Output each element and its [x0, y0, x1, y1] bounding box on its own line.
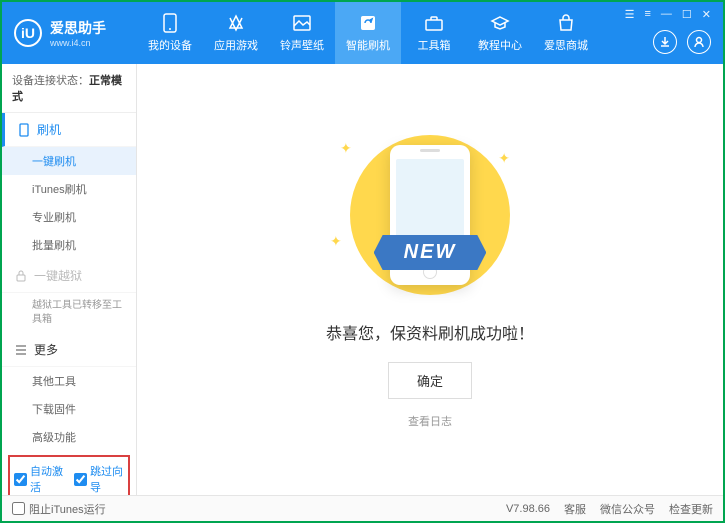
sidebar-item-advanced[interactable]: 高级功能 — [2, 423, 136, 451]
group-label: 刷机 — [37, 121, 61, 138]
app-header: iU 爱思助手 www.i4.cn 我的设备 应用游戏 铃声壁纸 智能刷机 — [2, 2, 723, 64]
block-itunes-checkbox[interactable]: 阻止iTunes运行 — [12, 501, 106, 517]
checkbox-input[interactable] — [12, 502, 25, 515]
sidebar-group-more[interactable]: 更多 — [2, 333, 136, 367]
checkbox-input[interactable] — [14, 473, 27, 486]
sparkle-icon: ✦ — [330, 233, 342, 250]
skin-icon[interactable]: ≡ — [644, 8, 650, 20]
sidebar-item-download-fw[interactable]: 下载固件 — [2, 395, 136, 423]
wechat-link[interactable]: 微信公众号 — [600, 501, 655, 517]
close-button[interactable]: ✕ — [702, 8, 711, 21]
minimize-button[interactable]: — — [661, 8, 672, 20]
brand: iU 爱思助手 www.i4.cn — [2, 18, 137, 48]
nav-label: 我的设备 — [148, 37, 192, 53]
flash-icon — [358, 13, 378, 33]
success-message: 恭喜您，保资料刷机成功啦！ — [326, 320, 534, 344]
check-update-link[interactable]: 检查更新 — [669, 501, 713, 517]
sparkle-icon: ✦ — [340, 140, 352, 157]
lock-icon — [14, 269, 28, 283]
checkbox-skip-guide[interactable]: 跳过向导 — [74, 463, 124, 495]
apps-icon — [226, 13, 246, 33]
nav-label: 智能刷机 — [346, 37, 390, 53]
sidebar-item-other-tools[interactable]: 其他工具 — [2, 367, 136, 395]
status-label: 设备连接状态： — [12, 75, 89, 87]
phone-icon — [17, 123, 31, 137]
checkbox-input[interactable] — [74, 473, 87, 486]
main-content: ✦ ✦ ✦ NEW 恭喜您，保资料刷机成功啦！ 确定 查看日志 — [137, 64, 723, 495]
success-illustration: ✦ ✦ ✦ NEW — [320, 130, 540, 300]
view-log-link[interactable]: 查看日志 — [408, 413, 452, 429]
new-ribbon: NEW — [374, 235, 487, 270]
maximize-button[interactable]: ☐ — [682, 8, 692, 21]
logo-icon: iU — [14, 19, 42, 47]
sidebar-group-flash[interactable]: 刷机 — [2, 113, 136, 147]
footer: 阻止iTunes运行 V7.98.66 客服 微信公众号 检查更新 — [2, 495, 723, 521]
phone-icon — [160, 13, 180, 33]
nav-label: 教程中心 — [478, 37, 522, 53]
connection-status: 设备连接状态：正常模式 — [2, 64, 136, 113]
main-nav: 我的设备 应用游戏 铃声壁纸 智能刷机 工具箱 教程中心 — [137, 2, 599, 64]
jailbreak-note: 越狱工具已转移至工具箱 — [2, 293, 136, 333]
sidebar-item-itunes-flash[interactable]: iTunes刷机 — [2, 175, 136, 203]
brand-url: www.i4.cn — [50, 38, 106, 48]
nav-store[interactable]: 爱思商城 — [533, 2, 599, 64]
nav-ringtones[interactable]: 铃声壁纸 — [269, 2, 335, 64]
nav-label: 应用游戏 — [214, 37, 258, 53]
nav-label: 铃声壁纸 — [280, 37, 324, 53]
sidebar: 设备连接状态：正常模式 刷机 一键刷机 iTunes刷机 专业刷机 批量刷机 一… — [2, 64, 137, 495]
menu-icon[interactable]: ☰ — [625, 8, 635, 21]
sparkle-icon: ✦ — [498, 150, 510, 167]
toolbox-icon — [424, 13, 444, 33]
group-label: 一键越狱 — [34, 267, 82, 284]
checkbox-auto-activate[interactable]: 自动激活 — [14, 463, 64, 495]
user-button[interactable] — [687, 30, 711, 54]
nav-label: 爱思商城 — [544, 37, 588, 53]
nav-tutorials[interactable]: 教程中心 — [467, 2, 533, 64]
tutorial-icon — [490, 13, 510, 33]
store-icon — [556, 13, 576, 33]
sidebar-group-jailbreak[interactable]: 一键越狱 — [2, 259, 136, 293]
group-label: 更多 — [34, 341, 58, 358]
sidebar-item-pro-flash[interactable]: 专业刷机 — [2, 203, 136, 231]
nav-label: 工具箱 — [418, 37, 451, 53]
nav-flash[interactable]: 智能刷机 — [335, 2, 401, 64]
brand-name: 爱思助手 — [50, 18, 106, 38]
more-icon — [14, 343, 28, 357]
version-label: V7.98.66 — [506, 503, 550, 515]
wallpaper-icon — [292, 13, 312, 33]
nav-my-device[interactable]: 我的设备 — [137, 2, 203, 64]
confirm-button[interactable]: 确定 — [388, 362, 472, 399]
nav-apps[interactable]: 应用游戏 — [203, 2, 269, 64]
download-button[interactable] — [653, 30, 677, 54]
sidebar-item-oneclick-flash[interactable]: 一键刷机 — [2, 147, 136, 175]
nav-toolbox[interactable]: 工具箱 — [401, 2, 467, 64]
customer-service-link[interactable]: 客服 — [564, 501, 586, 517]
sidebar-item-batch-flash[interactable]: 批量刷机 — [2, 231, 136, 259]
